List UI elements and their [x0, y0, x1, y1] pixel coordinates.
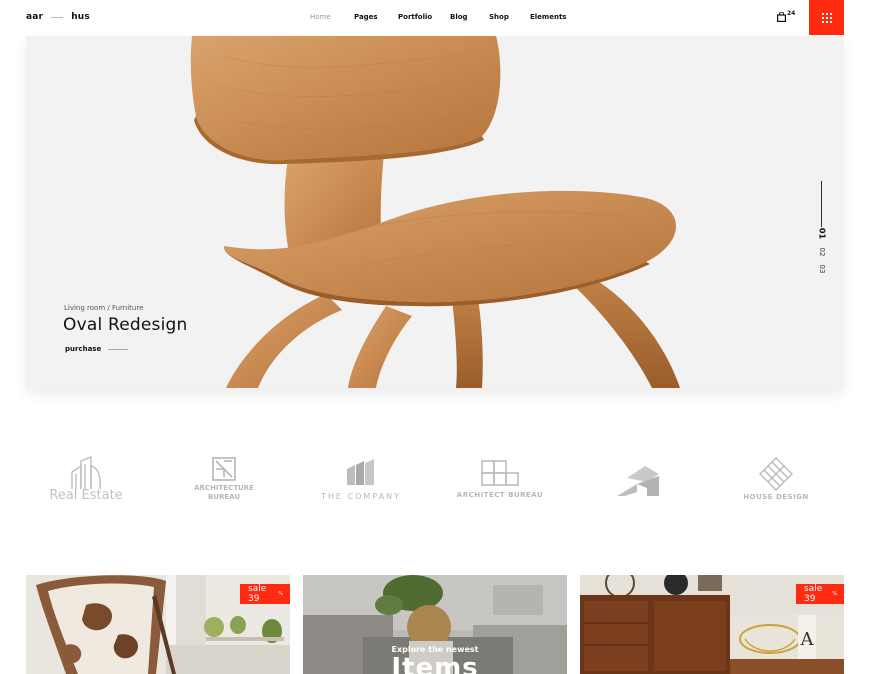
site-header: aar hus Home Pages Portfolio Blog Shop E…: [0, 0, 870, 36]
brand-architect-bureau[interactable]: ARCHITECT BUREAU: [456, 460, 544, 499]
site-logo[interactable]: aar hus: [26, 12, 90, 22]
purchase-link[interactable]: purchase: [65, 345, 129, 353]
hero-slider: Living room / Furniture Oval Redesign pu…: [26, 36, 844, 388]
nav-shop[interactable]: Shop: [489, 13, 509, 21]
cart-count: 24: [787, 10, 796, 17]
brand-label: HOUSE DESIGN: [743, 493, 809, 501]
logo-dash: [51, 16, 64, 18]
brand-house-design[interactable]: HOUSE DESIGN: [740, 457, 812, 501]
product-card-1[interactable]: sale 39%: [26, 575, 290, 674]
product-card-2[interactable]: Explore the newest Items: [303, 575, 567, 674]
brand-real-estate[interactable]: Real Estate: [48, 456, 124, 503]
shopping-bag-icon[interactable]: [777, 12, 786, 22]
slide-indicator-02[interactable]: 02: [818, 245, 826, 259]
pages-icon: [347, 459, 374, 485]
purchase-label: purchase: [65, 345, 102, 353]
building-icon: [71, 456, 101, 490]
brand-label-line2: BUREAU: [207, 493, 241, 501]
menu-button[interactable]: [809, 0, 844, 35]
window-icon: [212, 457, 236, 481]
slider-progress-line: [821, 181, 822, 227]
sale-label: sale 39: [804, 584, 823, 604]
brand-label: THE COMPANY: [321, 492, 401, 501]
nav-blog[interactable]: Blog: [450, 13, 468, 21]
svg-text:A: A: [800, 629, 815, 650]
client-logos: Real Estate ARCHITECTURE BUREAU THE COMP…: [26, 440, 844, 520]
diamond-icon: [759, 457, 793, 491]
brand-architecture-bureau[interactable]: ARCHITECTURE BUREAU: [186, 457, 262, 502]
card-caption-big: Items: [391, 653, 479, 674]
nav-elements[interactable]: Elements: [530, 13, 566, 21]
nav-portfolio[interactable]: Portfolio: [398, 13, 432, 21]
brand-the-company[interactable]: THE COMPANY: [318, 459, 404, 501]
grid-menu-icon: [821, 12, 832, 23]
logo-left-text: aar: [26, 12, 44, 22]
sale-label: sale 39: [248, 584, 267, 604]
nav-pages[interactable]: Pages: [354, 13, 378, 21]
sale-badge: sale 39%: [240, 584, 290, 604]
nav-home[interactable]: Home: [310, 13, 331, 21]
sale-percent: %: [278, 591, 283, 597]
logo-right-text: hus: [71, 12, 90, 22]
sale-percent: %: [832, 591, 837, 597]
chevron-logo-icon: [617, 466, 659, 496]
product-card-3[interactable]: A sale 39%: [580, 575, 844, 674]
slide-indicator-03[interactable]: 03: [818, 262, 826, 276]
purchase-line: [108, 348, 129, 350]
chair-image: [190, 36, 680, 388]
brand-chevron[interactable]: [612, 464, 662, 496]
hero-category: Living room / Furniture: [64, 304, 144, 312]
blocks-icon: [481, 460, 519, 486]
brand-label-line1: ARCHITECTURE: [194, 484, 254, 492]
brand-label: ARCHITECT BUREAU: [456, 491, 544, 499]
slide-indicator-01[interactable]: 01: [818, 227, 827, 241]
brand-label: ARCHITECTURE BUREAU: [194, 484, 254, 502]
brand-label: Real Estate: [49, 488, 123, 503]
hero-title: Oval Redesign: [63, 315, 188, 335]
sale-badge: sale 39%: [796, 584, 844, 604]
